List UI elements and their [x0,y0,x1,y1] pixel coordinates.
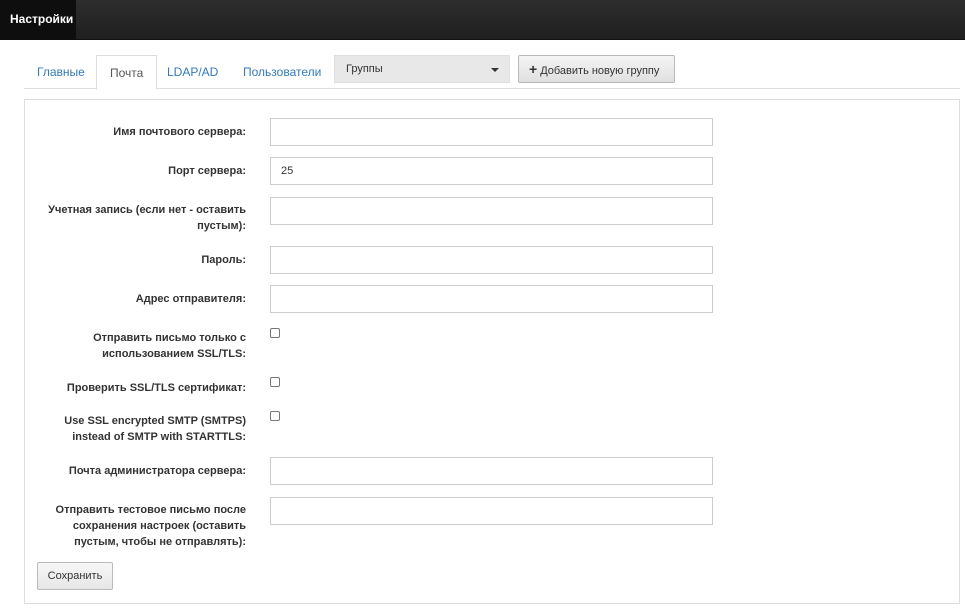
add-group-label: Добавить новую группу [540,65,660,77]
tab-mail[interactable]: Почта [96,55,158,90]
password-label: Пароль: [201,254,246,266]
tab-main[interactable]: Главные [24,55,98,89]
tab-users[interactable]: Пользователи [230,55,334,89]
mail-server-label: Имя почтового сервера: [113,126,246,138]
server-port-label: Порт сервера: [168,165,246,177]
verify-cert-label: Проверить SSL/TLS сертификат: [66,382,246,394]
smtps-label: Use SSL encrypted SMTP (SMTPS) instead o… [64,415,246,443]
test-email-label: Отправить тестовое письмо после сохранен… [55,504,246,548]
plus-icon: + [529,61,538,77]
admin-email-input[interactable] [270,457,713,485]
account-input[interactable] [270,197,713,225]
mail-server-input[interactable] [270,118,713,146]
smtps-checkbox[interactable] [270,411,280,421]
test-email-input[interactable] [270,497,713,525]
caret-down-icon [491,68,499,72]
app-title[interactable]: Настройки [0,0,76,40]
sender-address-input[interactable] [270,285,713,313]
sender-address-label: Адрес отправителя: [135,293,246,305]
password-input[interactable] [270,246,713,274]
server-port-input[interactable]: 25 [270,157,713,185]
groups-select[interactable]: Группы [334,55,510,83]
admin-email-label: Почта администратора сервера: [68,465,246,477]
ssl-only-label: Отправить письмо только с использованием… [93,332,246,360]
tab-ldap[interactable]: LDAP/AD [154,55,231,89]
top-navbar: Настройки [0,0,965,40]
account-label: Учетная запись (если нет - оставить пуст… [48,204,246,232]
verify-cert-checkbox[interactable] [270,377,280,387]
add-group-button[interactable]: + Добавить новую группу [518,55,675,83]
groups-select-value: Группы [346,63,383,75]
ssl-only-checkbox[interactable] [270,328,280,338]
save-button[interactable]: Сохранить [37,562,113,590]
